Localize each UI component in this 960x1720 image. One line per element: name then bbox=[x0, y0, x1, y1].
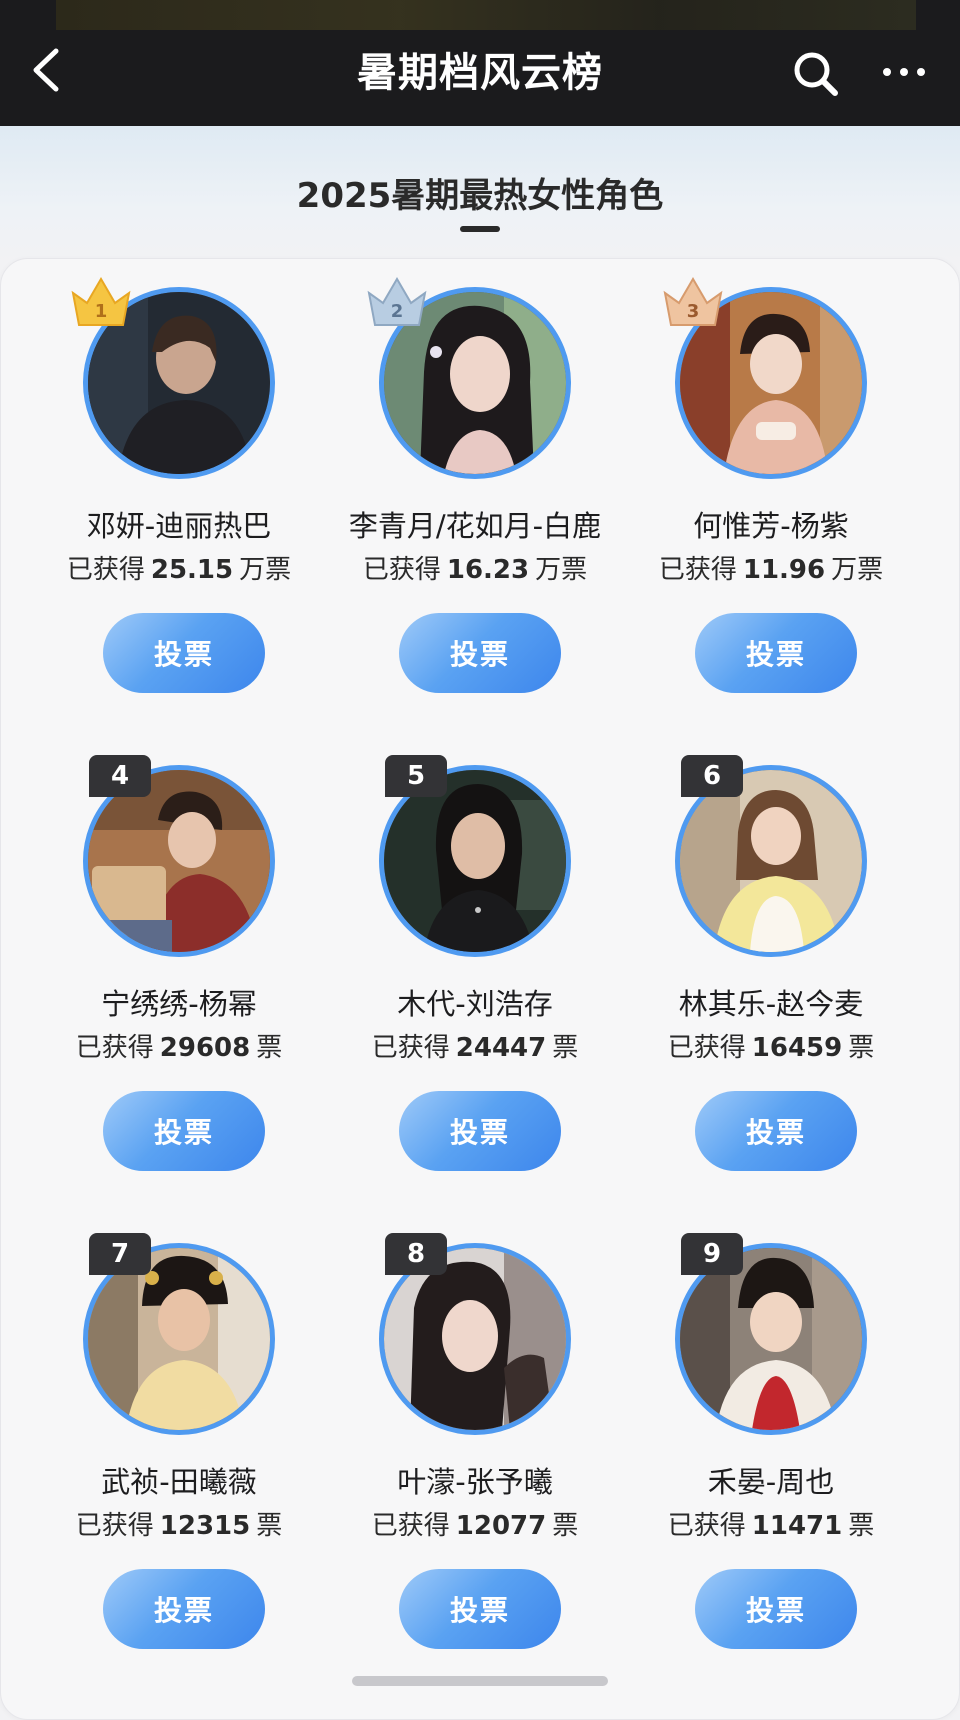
section-title-underline bbox=[460, 226, 500, 232]
character-name: 禾晏-周也 bbox=[707, 1465, 835, 1499]
vote-button[interactable]: 投票 bbox=[103, 1091, 265, 1171]
vote-unit: 票 bbox=[256, 1033, 283, 1063]
rank-item-1: 1 邓妍-迪丽热巴 已获得 25.15 万票 投票 bbox=[31, 259, 327, 699]
vote-number: 16.23 bbox=[446, 555, 530, 585]
vote-prefix: 已获得 bbox=[75, 1511, 154, 1541]
rank-badge: 4 bbox=[89, 755, 151, 797]
character-name: 邓妍-迪丽热巴 bbox=[86, 509, 272, 543]
vote-prefix: 已获得 bbox=[658, 555, 737, 585]
vote-unit: 票 bbox=[552, 1511, 579, 1541]
rank-item-5: 5 木代-刘浩存 已获得 24447 票 投票 bbox=[327, 737, 623, 1177]
character-name: 木代-刘浩存 bbox=[397, 987, 553, 1021]
search-icon bbox=[794, 52, 838, 96]
vote-count: 已获得 12077 票 bbox=[327, 1505, 623, 1542]
more-button[interactable] bbox=[872, 50, 936, 94]
rank-item-8: 8 叶濛-张予曦 已获得 12077 票 投票 bbox=[327, 1215, 623, 1655]
vote-count: 已获得 25.15 万票 bbox=[31, 549, 327, 586]
section-title: 2025暑期最热女性角色 bbox=[296, 176, 664, 216]
vote-button[interactable]: 投票 bbox=[103, 1569, 265, 1649]
vote-number: 25.15 bbox=[150, 555, 234, 585]
ranking-card: 1 邓妍-迪丽热巴 已获得 25.15 万票 投票 2 李青月/花如月-白鹿 已获得… bbox=[0, 258, 960, 1720]
rank-badge: 7 bbox=[89, 1233, 151, 1275]
vote-prefix: 已获得 bbox=[371, 1511, 450, 1541]
vote-prefix: 已获得 bbox=[75, 1033, 154, 1063]
vote-number: 11471 bbox=[751, 1511, 843, 1541]
rank-item-4: 4 宁绣绣-杨幂 已获得 29608 票 投票 bbox=[31, 737, 327, 1177]
vote-count: 已获得 11471 票 bbox=[623, 1505, 919, 1542]
vote-unit: 万票 bbox=[535, 555, 588, 585]
vote-prefix: 已获得 bbox=[362, 555, 441, 585]
vote-button[interactable]: 投票 bbox=[695, 613, 857, 693]
character-name: 叶濛-张予曦 bbox=[397, 1465, 553, 1499]
vote-button[interactable]: 投票 bbox=[399, 613, 561, 693]
vote-button[interactable]: 投票 bbox=[695, 1569, 857, 1649]
vote-button[interactable]: 投票 bbox=[399, 1569, 561, 1649]
rank-number: 2 bbox=[391, 301, 404, 322]
vote-prefix: 已获得 bbox=[667, 1511, 746, 1541]
character-name: 何惟芳-杨紫 bbox=[693, 509, 849, 543]
rank-item-3: 3 何惟芳-杨紫 已获得 11.96 万票 投票 bbox=[623, 259, 919, 699]
vote-count: 已获得 29608 票 bbox=[31, 1027, 327, 1064]
vote-count: 已获得 16459 票 bbox=[623, 1027, 919, 1064]
character-name: 李青月/花如月-白鹿 bbox=[348, 509, 602, 543]
character-name: 武祯-田曦薇 bbox=[101, 1465, 257, 1499]
rank-number: 1 bbox=[95, 301, 108, 322]
more-dots-icon bbox=[883, 68, 925, 76]
rank-badge: 5 bbox=[385, 755, 447, 797]
vote-count: 已获得 11.96 万票 bbox=[623, 549, 919, 586]
banner-strip bbox=[56, 0, 916, 30]
vote-unit: 票 bbox=[848, 1033, 875, 1063]
search-button[interactable] bbox=[788, 46, 844, 102]
vote-number: 11.96 bbox=[742, 555, 826, 585]
top-nav-bar: 暑期档风云榜 bbox=[0, 0, 960, 126]
vote-count: 已获得 24447 票 bbox=[327, 1027, 623, 1064]
vote-prefix: 已获得 bbox=[371, 1033, 450, 1063]
vote-count: 已获得 12315 票 bbox=[31, 1505, 327, 1542]
vote-number: 29608 bbox=[159, 1033, 251, 1063]
vote-count: 已获得 16.23 万票 bbox=[327, 549, 623, 586]
rank-item-7: 7 武祯-田曦薇 已获得 12315 票 投票 bbox=[31, 1215, 327, 1655]
vote-prefix: 已获得 bbox=[66, 555, 145, 585]
rank-badge: 8 bbox=[385, 1233, 447, 1275]
vote-unit: 票 bbox=[552, 1033, 579, 1063]
vote-number: 24447 bbox=[455, 1033, 547, 1063]
rank-1-crown-icon: 1 bbox=[71, 277, 131, 326]
rank-item-2: 2 李青月/花如月-白鹿 已获得 16.23 万票 投票 bbox=[327, 259, 623, 699]
vote-number: 12315 bbox=[159, 1511, 251, 1541]
vote-number: 16459 bbox=[751, 1033, 843, 1063]
character-name: 宁绣绣-杨幂 bbox=[101, 987, 257, 1021]
rank-item-9: 9 禾晏-周也 已获得 11471 票 投票 bbox=[623, 1215, 919, 1655]
vote-unit: 票 bbox=[256, 1511, 283, 1541]
rank-item-6: 6 林其乐-赵今麦 已获得 16459 票 投票 bbox=[623, 737, 919, 1177]
vote-unit: 万票 bbox=[239, 555, 292, 585]
vote-button[interactable]: 投票 bbox=[399, 1091, 561, 1171]
rank-badge: 9 bbox=[681, 1233, 743, 1275]
vote-prefix: 已获得 bbox=[667, 1033, 746, 1063]
vote-button[interactable]: 投票 bbox=[695, 1091, 857, 1171]
vote-number: 12077 bbox=[455, 1511, 547, 1541]
rank-badge: 6 bbox=[681, 755, 743, 797]
character-name: 林其乐-赵今麦 bbox=[678, 987, 864, 1021]
rank-3-crown-icon: 3 bbox=[663, 277, 723, 326]
rank-number: 3 bbox=[687, 301, 700, 322]
home-indicator[interactable] bbox=[352, 1676, 608, 1686]
vote-button[interactable]: 投票 bbox=[103, 613, 265, 693]
vote-unit: 票 bbox=[848, 1511, 875, 1541]
vote-unit: 万票 bbox=[831, 555, 884, 585]
rank-2-crown-icon: 2 bbox=[367, 277, 427, 326]
